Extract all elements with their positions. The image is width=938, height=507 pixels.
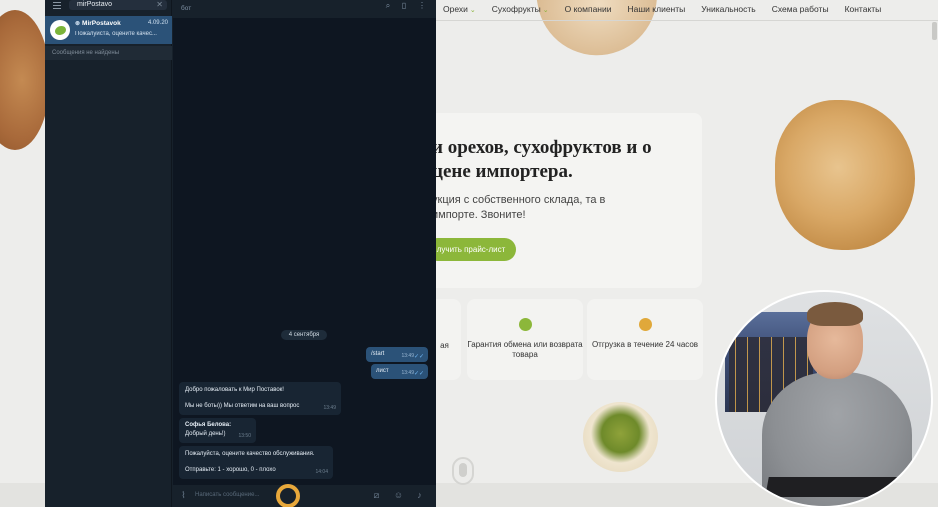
message-time: 14:04	[315, 469, 328, 475]
search-value: mirPostavo	[77, 1, 113, 8]
chat-preview: Пожалуйста, оцените качес...	[75, 31, 157, 37]
chevron-down-icon: ⌄	[542, 7, 549, 14]
date-divider: 4 сентября	[281, 330, 327, 340]
feature-card-shipping: Отгрузка в течение 24 часов	[587, 299, 703, 380]
almond-image	[0, 10, 50, 150]
green-dot-icon	[518, 318, 532, 331]
message-text: Мы не боты)) Мы ответим на ваш вопрос	[185, 403, 300, 409]
message-text: /start	[371, 351, 385, 357]
incoming-message[interactable]: Добро пожаловать к Мир Поставок! Мы не б…	[179, 382, 341, 415]
site-navigation: Орехи ⌄ Сухофрукты ⌄ О компании Наши клиен…	[435, 0, 938, 18]
microphone-icon[interactable]: ♪	[414, 490, 425, 501]
messenger-window: mirPostavo ✕ ⊛ MirPostavok 4.09.20 Пожалу…	[45, 0, 436, 507]
nav-divider	[435, 20, 938, 21]
nav-item-nuts[interactable]: Орехи ⌄	[435, 4, 484, 14]
chat-date: 4.09.20	[147, 20, 168, 26]
no-messages-label: Сообщения не найдены	[45, 46, 172, 60]
commands-icon[interactable]: ⧄	[371, 490, 382, 501]
chevron-down-icon: ⌄	[469, 7, 476, 14]
nav-item-about[interactable]: О компании	[557, 4, 620, 14]
nav-item-dried-fruits[interactable]: Сухофрукты ⌄	[484, 4, 557, 14]
chat-list-item[interactable]: ⊛ MirPostavok 4.09.20 Пожалуйста, оцените…	[45, 16, 172, 44]
message-time: 13:49	[401, 353, 414, 359]
message-text: Добрый день!)	[185, 431, 226, 437]
cursor-highlight-icon	[276, 484, 300, 507]
scroll-mouse-wheel	[459, 463, 467, 477]
message-text: Добро пожаловать к Мир Поставок!	[185, 387, 284, 393]
chat-list-topbar: mirPostavo ✕	[45, 0, 172, 14]
chat-name: ⊛ MirPostavok	[75, 20, 121, 27]
read-check-icon: ✓✓	[413, 371, 424, 377]
sidebar-toggle-icon[interactable]: ▯	[399, 1, 409, 11]
message-time: 13:49	[401, 370, 414, 376]
feature-card-exchange: Гарантия обмена или возврата товара	[467, 299, 583, 380]
emoji-icon[interactable]: ☺	[393, 490, 404, 501]
outgoing-message[interactable]: /start 13:49 ✓✓	[366, 347, 428, 362]
outgoing-message[interactable]: лист 13:49 ✓✓	[371, 364, 428, 379]
pistachio-image	[583, 402, 658, 472]
bot-icon: ⊛	[75, 21, 81, 27]
message-sender: Софья Белова:	[185, 422, 232, 428]
webcam-person-hair	[807, 302, 863, 326]
incoming-message[interactable]: Пожалуйста, оцените качество обслуживани…	[179, 446, 333, 479]
nav-item-workflow[interactable]: Схема работы	[764, 4, 837, 14]
feature-text: Отгрузка в течение 24 часов	[591, 340, 699, 349]
message-input[interactable]: Написать сообщение...	[195, 492, 259, 498]
message-input-bar: ⌇ Написать сообщение... ⧄ ☺ ♪	[173, 485, 436, 507]
read-check-icon: ✓✓	[413, 354, 424, 360]
message-text: Отправьте: 1 - хорошо, 0 - плохо	[185, 467, 276, 473]
feature-text: Гарантия обмена или возврата товара	[467, 340, 583, 359]
walnut-image	[775, 100, 915, 250]
nav-item-contacts[interactable]: Контакты	[837, 4, 890, 14]
search-icon[interactable]: ⌕	[383, 1, 393, 11]
page-scrollbar[interactable]	[932, 22, 937, 40]
orange-dot-icon	[638, 318, 652, 331]
message-text: Пожалуйста, оцените качество обслуживани…	[185, 451, 315, 457]
incoming-message[interactable]: Софья Белова: Добрый день!) 13:50	[179, 418, 256, 443]
webcam-overlay	[715, 290, 933, 507]
webcam-keyboard	[765, 477, 909, 497]
hero-title: и орехов, сухофруктов и о цене импортера…	[432, 137, 652, 182]
price-list-button[interactable]: лучить прайс-лист	[426, 238, 516, 261]
search-input[interactable]: mirPostavo ✕	[69, 0, 167, 10]
chat-panel: бот ⌕ ▯ ⋮ 4 сентября /start 13:49 ✓✓ лис…	[173, 0, 436, 507]
chat-header: бот ⌕ ▯ ⋮	[173, 0, 436, 18]
message-time: 13:50	[238, 433, 251, 439]
chat-header-status: бот	[181, 5, 192, 12]
nav-item-clients[interactable]: Наши клиенты	[620, 4, 694, 14]
nav-item-uniqueness[interactable]: Уникальность	[693, 4, 763, 14]
avatar	[50, 20, 70, 40]
menu-icon[interactable]	[53, 2, 61, 10]
message-text: лист	[376, 368, 389, 374]
more-icon[interactable]: ⋮	[417, 1, 427, 11]
message-time: 13:49	[323, 405, 336, 411]
attach-icon[interactable]: ⌇	[178, 490, 189, 501]
close-icon[interactable]: ✕	[156, 0, 163, 10]
chat-list-panel: mirPostavo ✕ ⊛ MirPostavok 4.09.20 Пожалу…	[45, 0, 172, 507]
hero-subtitle: укция с собственного склада, та в импорт…	[432, 194, 606, 221]
